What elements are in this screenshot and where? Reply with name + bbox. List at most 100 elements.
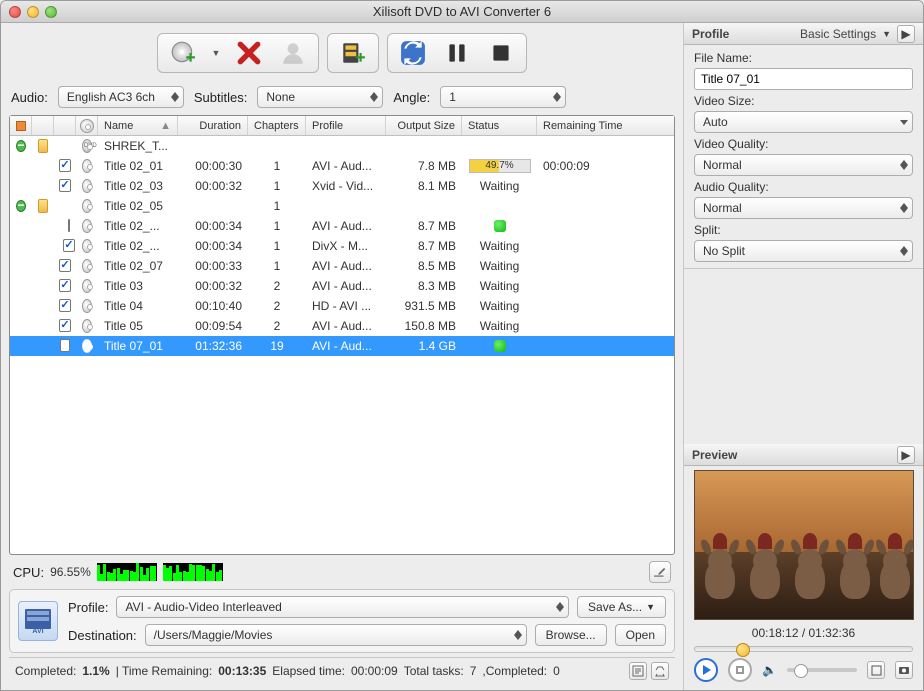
- table-row[interactable]: −DVDSHREK_T...: [10, 136, 674, 156]
- play-button[interactable]: [694, 658, 718, 682]
- table-row[interactable]: Title 02_...00:00:341DivX - M...8.7 MBWa…: [10, 236, 674, 256]
- status-done: 0: [553, 664, 560, 678]
- audio-quality-select[interactable]: Normal: [694, 197, 913, 219]
- preview-stop-button[interactable]: [728, 658, 752, 682]
- disc-icon: [82, 199, 92, 213]
- cell-name: Title 02_01: [98, 159, 178, 173]
- seek-handle[interactable]: [736, 643, 750, 657]
- cell-chapters: 2: [248, 279, 306, 293]
- angle-select[interactable]: 1: [440, 86, 566, 108]
- browse-button[interactable]: Browse...: [535, 624, 607, 646]
- profile-expand-button[interactable]: ▶: [897, 25, 915, 43]
- col-blank1[interactable]: [32, 116, 54, 135]
- cell-output: 7.8 MB: [386, 159, 462, 173]
- film-add-button[interactable]: [338, 38, 368, 68]
- profile-mode[interactable]: Basic Settings: [800, 27, 876, 41]
- col-disc[interactable]: [76, 116, 98, 135]
- profile-properties: File Name: Video Size:Auto Video Quality…: [684, 45, 923, 269]
- cell-output: 150.8 MB: [386, 319, 462, 333]
- table-row[interactable]: Title 0500:09:542AVI - Aud...150.8 MBWai…: [10, 316, 674, 336]
- row-checkbox[interactable]: [59, 319, 70, 332]
- window-title: Xilisoft DVD to AVI Converter 6: [1, 4, 923, 19]
- col-chapters[interactable]: Chapters: [248, 116, 306, 135]
- pause-button[interactable]: [442, 38, 472, 68]
- stop-button[interactable]: [486, 38, 516, 68]
- subtitles-select[interactable]: None: [257, 86, 383, 108]
- settings-button[interactable]: [649, 561, 671, 583]
- table-row[interactable]: −Title 02_051: [10, 196, 674, 216]
- cell-name: Title 04: [98, 299, 178, 313]
- profile-select[interactable]: AVI - Audio-Video Interleaved: [116, 596, 569, 618]
- table-row[interactable]: Title 02_0700:00:331AVI - Aud...8.5 MBWa…: [10, 256, 674, 276]
- row-checkbox[interactable]: [59, 279, 70, 292]
- cell-duration: 00:09:54: [178, 319, 248, 333]
- split-label: Split:: [694, 223, 913, 237]
- split-select[interactable]: No Split: [694, 240, 913, 262]
- open-button[interactable]: Open: [615, 624, 666, 646]
- cell-output: 931.5 MB: [386, 299, 462, 313]
- cell-duration: 00:10:40: [178, 299, 248, 313]
- table-row[interactable]: Title 02_0100:00:301AVI - Aud...7.8 MB49…: [10, 156, 674, 176]
- collapse-icon[interactable]: −: [16, 200, 26, 212]
- conversion-grid: Name▲ Duration Chapters Profile Output S…: [9, 115, 675, 555]
- col-expand[interactable]: [10, 116, 32, 135]
- disc-icon: [82, 339, 92, 353]
- table-row[interactable]: Title 0300:00:322AVI - Aud...8.3 MBWaiti…: [10, 276, 674, 296]
- video-size-select[interactable]: Auto: [694, 111, 913, 133]
- delete-button[interactable]: [234, 38, 264, 68]
- col-name[interactable]: Name▲: [98, 116, 178, 135]
- stream-options: Audio: English AC3 6ch Subtitles: None A…: [9, 83, 675, 111]
- chevron-down-icon[interactable]: ▼: [212, 48, 221, 58]
- profile-panel-header: Profile Basic Settings ▼ ▶: [684, 23, 923, 45]
- col-duration[interactable]: Duration: [178, 116, 248, 135]
- col-remaining[interactable]: Remaining Time: [537, 116, 674, 135]
- row-checkbox[interactable]: [68, 219, 70, 232]
- col-check[interactable]: [54, 116, 76, 135]
- chevron-down-icon[interactable]: ▼: [882, 29, 891, 39]
- table-row[interactable]: Title 0400:10:402HD - AVI ...931.5 MBWai…: [10, 296, 674, 316]
- folder-icon: [38, 139, 48, 153]
- col-profile[interactable]: Profile: [306, 116, 386, 135]
- audio-label: Audio:: [11, 90, 48, 105]
- cell-duration: 00:00:32: [178, 279, 248, 293]
- titlebar[interactable]: Xilisoft DVD to AVI Converter 6: [1, 1, 923, 23]
- add-dvd-button[interactable]: [168, 38, 198, 68]
- cell-name: Title 03: [98, 279, 178, 293]
- cell-name: Title 02_...: [98, 219, 178, 233]
- row-checkbox[interactable]: [59, 179, 70, 192]
- status-tasks: 7: [470, 664, 477, 678]
- preview-seek-bar[interactable]: [694, 646, 913, 652]
- cpu-core-1: [97, 563, 157, 581]
- snapshot-button[interactable]: [895, 661, 913, 679]
- col-status[interactable]: Status: [462, 116, 537, 135]
- row-checkbox[interactable]: [60, 339, 70, 352]
- table-row[interactable]: Title 02_0300:00:321Xvid - Vid...8.1 MBW…: [10, 176, 674, 196]
- destination-select[interactable]: /Users/Maggie/Movies: [145, 624, 527, 646]
- fullscreen-button[interactable]: [867, 661, 885, 679]
- row-checkbox[interactable]: [63, 239, 74, 252]
- row-checkbox[interactable]: [59, 259, 70, 272]
- volume-slider[interactable]: [787, 668, 857, 672]
- collapse-icon[interactable]: −: [16, 140, 26, 152]
- row-checkbox[interactable]: [59, 159, 70, 172]
- disc-icon: [82, 219, 92, 233]
- filename-input[interactable]: [694, 68, 913, 90]
- save-as-button[interactable]: Save As...▼: [577, 596, 666, 618]
- recycle-button[interactable]: [651, 662, 669, 680]
- volume-icon[interactable]: 🔈: [762, 663, 777, 677]
- row-checkbox[interactable]: [59, 299, 70, 312]
- video-quality-select[interactable]: Normal: [694, 154, 913, 176]
- cpu-row: CPU: 96.55%: [9, 559, 675, 585]
- preview-expand-button[interactable]: ▶: [897, 446, 915, 464]
- log-button[interactable]: [629, 662, 647, 680]
- user-button[interactable]: [278, 38, 308, 68]
- col-output[interactable]: Output Size: [386, 116, 462, 135]
- table-row[interactable]: Title 07_0101:32:3619AVI - Aud...1.4 GB: [10, 336, 674, 356]
- stop-icon: [736, 666, 744, 674]
- audio-select[interactable]: English AC3 6ch: [58, 86, 184, 108]
- cell-chapters: 1: [248, 199, 306, 213]
- table-row[interactable]: Title 02_...00:00:341AVI - Aud...8.7 MB: [10, 216, 674, 236]
- convert-button[interactable]: [398, 38, 428, 68]
- preview-image[interactable]: [694, 470, 914, 620]
- cell-duration: 00:00:34: [178, 219, 248, 233]
